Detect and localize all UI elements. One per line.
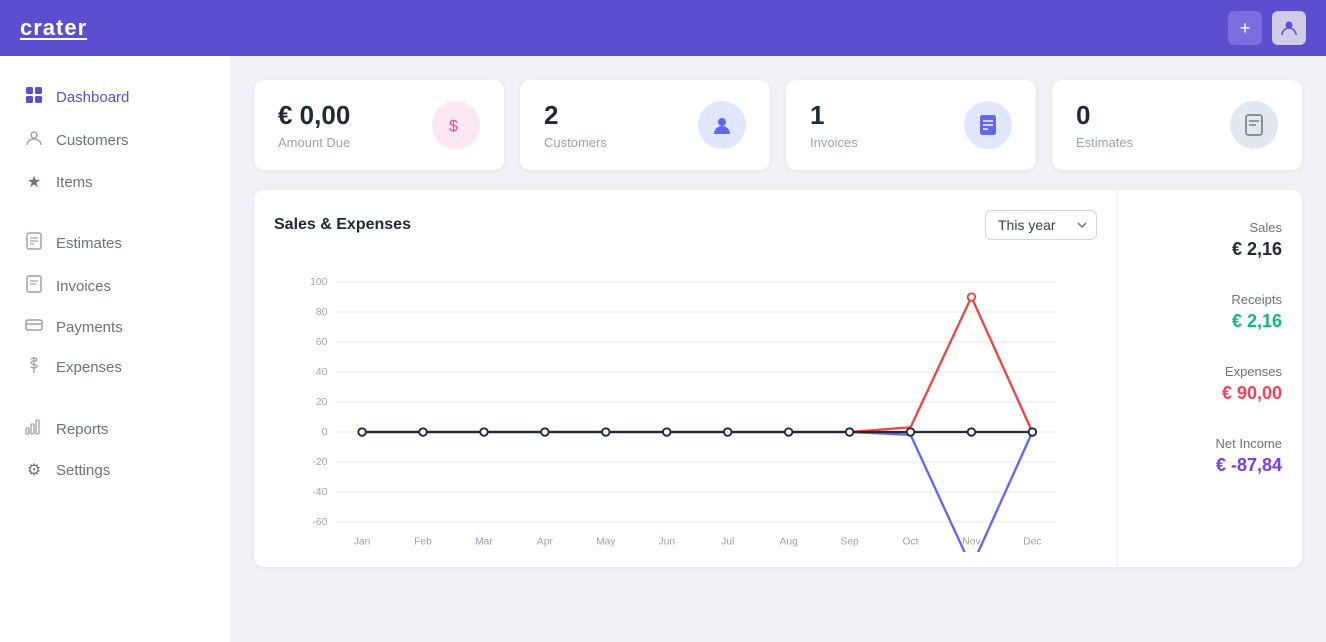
- payments-icon: [24, 318, 44, 336]
- svg-text:80: 80: [316, 307, 328, 318]
- chart-header: Sales & Expenses This year Last year Thi…: [274, 210, 1097, 240]
- invoices-icon: [964, 101, 1012, 149]
- estimates-icon: [1230, 101, 1278, 149]
- chart-section: Sales & Expenses This year Last year Thi…: [254, 190, 1302, 567]
- expenses-icon: [24, 356, 44, 379]
- chart-filter-select[interactable]: This year Last year This month: [985, 210, 1097, 240]
- user-menu-button[interactable]: [1272, 11, 1306, 45]
- sidebar-label-settings: Settings: [56, 462, 110, 479]
- reports-icon: [24, 419, 44, 440]
- svg-text:Jul: Jul: [721, 537, 734, 548]
- sidebar-item-invoices[interactable]: Invoices: [0, 265, 230, 308]
- invoices-value: 1: [810, 100, 858, 131]
- customers-icon: [698, 101, 746, 149]
- estimates-label: Estimates: [1076, 135, 1133, 150]
- main-content: € 0,00 Amount Due $ 2 Customers: [230, 56, 1326, 642]
- svg-text:Nov: Nov: [962, 537, 981, 548]
- sidebar-label-estimates: Estimates: [56, 235, 122, 252]
- svg-text:100: 100: [310, 277, 327, 288]
- expenses-value: € 90,00: [1138, 383, 1282, 404]
- svg-text:20: 20: [316, 397, 328, 408]
- svg-text:$: $: [449, 118, 458, 135]
- sidebar-label-dashboard: Dashboard: [56, 89, 129, 106]
- amount-due-value: € 0,00: [278, 100, 350, 131]
- svg-text:-40: -40: [312, 487, 327, 498]
- stat-card-estimates: 0 Estimates: [1052, 80, 1302, 170]
- stat-card-amount-due: € 0,00 Amount Due $: [254, 80, 504, 170]
- sidebar-label-expenses: Expenses: [56, 359, 122, 376]
- net-income-value: € -87,84: [1138, 455, 1282, 476]
- items-icon: ★: [24, 172, 44, 192]
- svg-text:Dec: Dec: [1023, 537, 1041, 548]
- sales-label: Sales: [1138, 220, 1282, 235]
- right-stat-receipts: Receipts € 2,16: [1138, 292, 1282, 332]
- invoices-icon: [24, 275, 44, 298]
- sales-value: € 2,16: [1138, 239, 1282, 260]
- sidebar-item-items[interactable]: ★ Items: [0, 162, 230, 202]
- estimates-value: 0: [1076, 100, 1133, 131]
- amount-due-label: Amount Due: [278, 135, 350, 150]
- right-stats-panel: Sales € 2,16 Receipts € 2,16 Expenses € …: [1117, 190, 1302, 567]
- right-stat-sales: Sales € 2,16: [1138, 220, 1282, 260]
- sidebar-item-expenses[interactable]: Expenses: [0, 346, 230, 389]
- svg-text:Oct: Oct: [902, 537, 918, 548]
- dashboard-icon: [24, 86, 44, 109]
- sidebar-item-estimates[interactable]: Estimates: [0, 222, 230, 265]
- net-income-label: Net Income: [1138, 436, 1282, 451]
- stat-card-invoices: 1 Invoices: [786, 80, 1036, 170]
- settings-icon: ⚙: [24, 460, 44, 480]
- customers-label: Customers: [544, 135, 607, 150]
- sidebar-label-invoices: Invoices: [56, 278, 111, 295]
- main-layout: Dashboard Customers ★ Items: [0, 56, 1326, 642]
- invoices-label: Invoices: [810, 135, 858, 150]
- sidebar-label-items: Items: [56, 174, 93, 191]
- app-header: crater +: [0, 0, 1326, 56]
- right-stat-net-income: Net Income € -87,84: [1138, 436, 1282, 476]
- sidebar-item-reports[interactable]: Reports: [0, 409, 230, 450]
- chart-area: Sales & Expenses This year Last year Thi…: [254, 190, 1117, 567]
- expenses-label: Expenses: [1138, 364, 1282, 379]
- receipts-label: Receipts: [1138, 292, 1282, 307]
- sidebar-label-customers: Customers: [56, 132, 129, 149]
- svg-text:40: 40: [316, 367, 328, 378]
- sidebar-label-reports: Reports: [56, 421, 109, 438]
- svg-text:60: 60: [316, 337, 328, 348]
- svg-text:Aug: Aug: [779, 537, 798, 548]
- svg-text:May: May: [596, 537, 616, 548]
- amount-due-icon: $: [432, 101, 480, 149]
- sidebar-item-payments[interactable]: Payments: [0, 308, 230, 346]
- header-actions: +: [1228, 11, 1306, 45]
- stat-cards-row: € 0,00 Amount Due $ 2 Customers: [254, 80, 1302, 170]
- sidebar-item-dashboard[interactable]: Dashboard: [0, 76, 230, 119]
- svg-text:-60: -60: [312, 517, 327, 528]
- chart-svg-container: 100 80 60 40 20 0 -20 -40 -60: [274, 252, 1097, 557]
- chart-title: Sales & Expenses: [274, 216, 411, 234]
- right-stat-expenses: Expenses € 90,00: [1138, 364, 1282, 404]
- add-button[interactable]: +: [1228, 11, 1262, 45]
- svg-text:0: 0: [322, 427, 328, 438]
- svg-text:Jan: Jan: [354, 537, 371, 548]
- sidebar-label-payments: Payments: [56, 319, 123, 336]
- svg-text:Jun: Jun: [658, 537, 675, 548]
- receipts-value: € 2,16: [1138, 311, 1282, 332]
- estimates-icon: [24, 232, 44, 255]
- sidebar-item-customers[interactable]: Customers: [0, 119, 230, 162]
- customers-value: 2: [544, 100, 607, 131]
- svg-text:Apr: Apr: [537, 537, 554, 548]
- svg-text:-20: -20: [312, 457, 327, 468]
- sidebar: Dashboard Customers ★ Items: [0, 56, 230, 642]
- sidebar-item-settings[interactable]: ⚙ Settings: [0, 450, 230, 490]
- svg-text:Sep: Sep: [840, 537, 859, 548]
- app-logo: crater: [20, 15, 87, 41]
- stat-card-customers: 2 Customers: [520, 80, 770, 170]
- svg-text:Feb: Feb: [414, 537, 432, 548]
- customers-icon: [24, 129, 44, 152]
- svg-text:Mar: Mar: [475, 537, 493, 548]
